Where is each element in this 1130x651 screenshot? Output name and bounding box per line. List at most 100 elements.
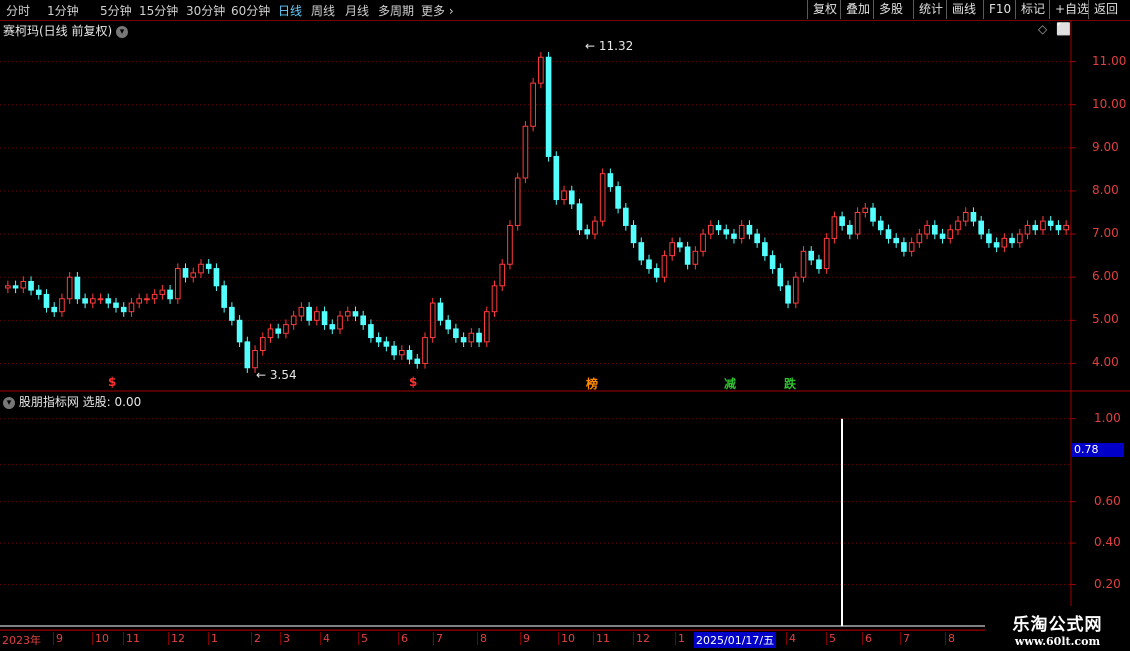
- chevron-down-icon[interactable]: ▾: [3, 396, 15, 409]
- tab-timeframe[interactable]: 15分钟: [139, 2, 178, 19]
- tab-timeframe[interactable]: 1分钟: [47, 2, 79, 19]
- candle-body: [391, 345, 397, 356]
- toolbar-button[interactable]: 画线: [946, 0, 981, 19]
- diamond-icon[interactable]: ◇: [1038, 22, 1047, 36]
- candle-body: [553, 155, 560, 201]
- candle-body: [43, 293, 50, 308]
- indicator-tick-label: 0.60: [1094, 493, 1121, 508]
- main-chart-title: 赛柯玛(日线 前复权) ▾: [3, 22, 129, 39]
- candle-body: [1001, 237, 1008, 248]
- tab-timeframe[interactable]: 多周期: [378, 2, 414, 19]
- candle-body: [352, 311, 359, 317]
- month-label: 3: [280, 632, 290, 645]
- candle-body: [82, 298, 88, 304]
- candle-body: [174, 268, 181, 300]
- candle-body: [661, 255, 668, 278]
- month-label: 1: [208, 632, 218, 645]
- month-label: 11: [123, 632, 140, 645]
- month-label: 7: [433, 632, 443, 645]
- candle-body: [816, 259, 822, 270]
- candle-body: [707, 224, 714, 235]
- candle-body: [1016, 233, 1023, 244]
- candle-body: [955, 220, 961, 231]
- candle-body: [522, 125, 529, 179]
- tab-timeframe[interactable]: 周线: [311, 2, 335, 19]
- tab-timeframe[interactable]: 30分钟: [186, 2, 225, 19]
- candle-body: [1009, 237, 1015, 244]
- candle-body: [368, 324, 374, 339]
- candle-body: [978, 220, 984, 235]
- tab-timeframe[interactable]: 更多 ›: [421, 2, 454, 19]
- month-label: 10: [558, 632, 575, 645]
- month-label: 4: [320, 632, 330, 645]
- candle-body: [615, 186, 621, 209]
- candle-body: [429, 302, 436, 339]
- candle-body: [908, 242, 915, 252]
- watermark-title: 乐淘公式网: [1012, 615, 1103, 635]
- candle-body: [839, 216, 845, 226]
- candle-body: [762, 242, 768, 257]
- candle-body: [870, 207, 876, 222]
- toolbar-button[interactable]: 统计: [913, 0, 948, 19]
- month-label: 5: [826, 632, 836, 645]
- candle-body: [684, 246, 691, 265]
- candle-body: [677, 242, 683, 248]
- candle-body: [723, 229, 730, 235]
- candle-body: [375, 337, 382, 343]
- candle-body: [584, 229, 591, 235]
- tab-timeframe[interactable]: 5分钟: [100, 2, 132, 19]
- candle-body: [329, 324, 336, 330]
- price-tick-label: 6.00: [1092, 269, 1119, 284]
- candle-body: [12, 285, 19, 289]
- toolbar-button[interactable]: F10: [983, 0, 1016, 19]
- candle-body: [128, 302, 135, 313]
- chevron-down-icon[interactable]: ▾: [116, 25, 129, 38]
- signal-marker: $: [409, 375, 418, 389]
- candle-body: [731, 233, 737, 239]
- candle-body: [51, 306, 58, 313]
- candle-body: [1040, 220, 1046, 231]
- candle-body: [514, 177, 521, 226]
- candle-body: [229, 306, 235, 321]
- toolbar-button[interactable]: 叠加: [840, 0, 875, 19]
- month-label: 7: [900, 632, 910, 645]
- candle-body: [167, 289, 173, 300]
- candle-body: [59, 298, 65, 313]
- candle-body: [962, 212, 969, 222]
- candle-body: [568, 190, 575, 205]
- candle-body: [576, 203, 583, 231]
- candle-body: [383, 341, 390, 347]
- window-toggle-icon[interactable]: ⬜: [1056, 22, 1071, 36]
- candle-body: [901, 242, 907, 252]
- candle-body: [290, 315, 297, 326]
- month-label: 12: [168, 632, 185, 645]
- candle-body: [198, 263, 204, 274]
- candle-body: [545, 56, 552, 157]
- candle-body: [190, 272, 197, 278]
- toolbar-button[interactable]: 复权: [807, 0, 842, 19]
- toolbar-button[interactable]: 返回: [1088, 0, 1123, 19]
- candle-body: [785, 285, 791, 304]
- tab-timeframe[interactable]: 月线: [345, 2, 369, 19]
- candle-body: [321, 311, 328, 326]
- toolbar: 分时 1分钟 5分钟 15分钟 30分钟 60分钟 日线 周线 月线 多周期 更多 › 复权 叠加 多股统…: [0, 0, 1130, 21]
- toolbar-button[interactable]: 多股: [873, 0, 908, 19]
- candle-body: [1032, 224, 1039, 231]
- toolbar-button[interactable]: 标记: [1015, 0, 1050, 19]
- tab-timeframe[interactable]: 分时: [6, 2, 30, 19]
- tab-timeframe[interactable]: 日线: [278, 2, 302, 19]
- candle-body: [630, 224, 637, 244]
- candle-body: [213, 268, 220, 287]
- candle-body: [66, 276, 73, 300]
- candle-body: [259, 337, 266, 351]
- candle-body: [221, 285, 227, 308]
- candle-body: [314, 311, 320, 321]
- month-label: 12: [633, 632, 650, 645]
- candle-body: [924, 224, 930, 235]
- candle-body: [831, 216, 838, 239]
- candle-body: [406, 350, 413, 360]
- candle-body: [283, 324, 289, 334]
- candle-body: [561, 190, 567, 201]
- tab-timeframe[interactable]: 60分钟: [231, 2, 270, 19]
- candle-body: [947, 229, 954, 239]
